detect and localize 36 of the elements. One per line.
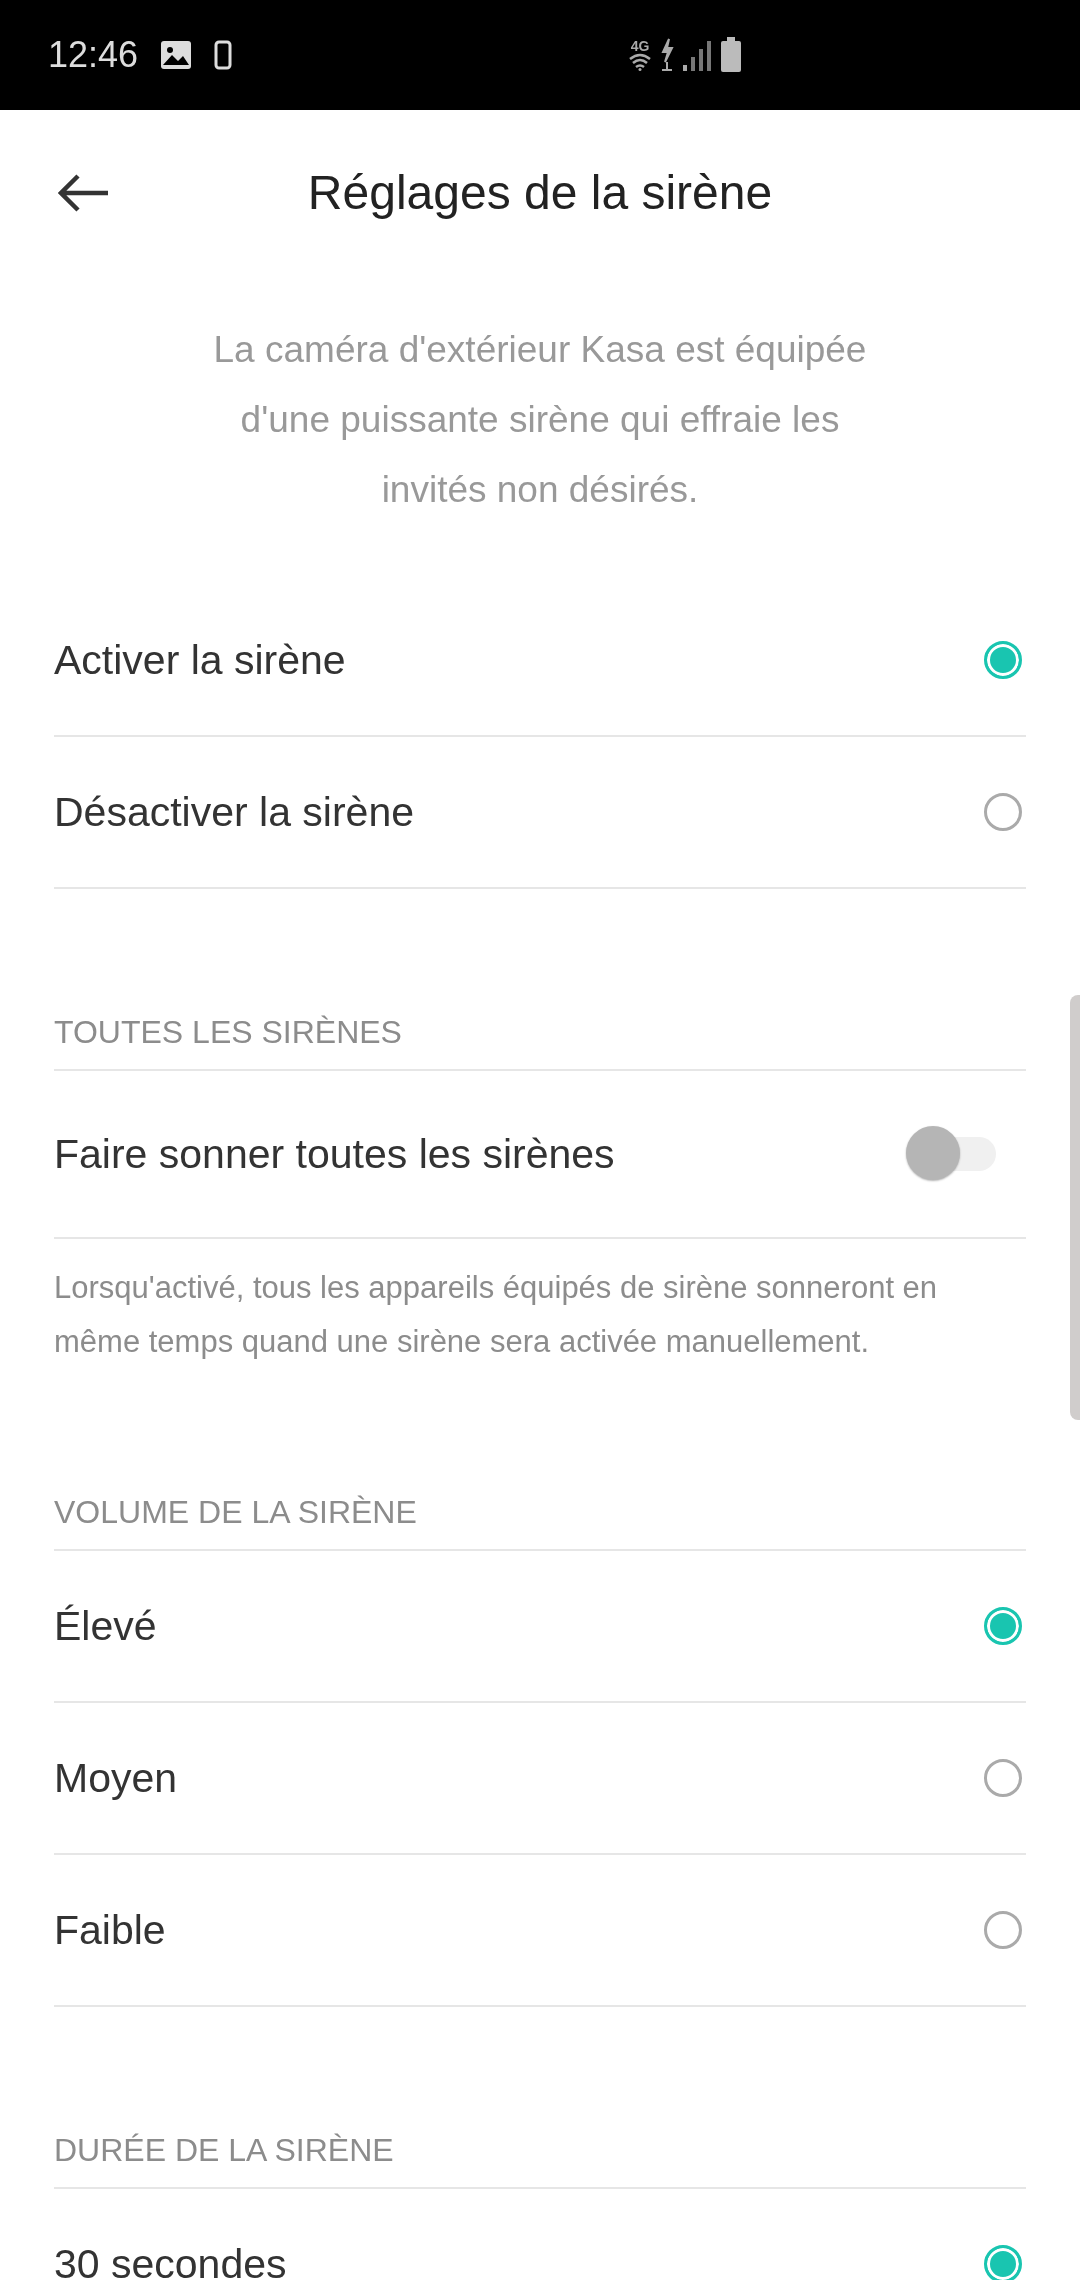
description: La caméra d'extérieur Kasa est équipée d'une puissante sirène qui effraie les invités non désirés. xyxy=(212,328,868,512)
radio-button[interactable] xyxy=(984,1607,1022,1645)
section-heading: VOLUME DE LA SIRÈNE xyxy=(54,1469,1026,1551)
radio-option[interactable]: 30 secondes xyxy=(54,2189,1026,2280)
wifi-icon xyxy=(628,53,652,71)
image-icon xyxy=(160,40,193,70)
charging-icon xyxy=(660,38,674,72)
option-label: Désactiver la sirène xyxy=(54,788,415,836)
radio-option[interactable]: Faible xyxy=(54,1855,1026,2007)
clock: 12:46 xyxy=(48,34,139,76)
option-label: 30 secondes xyxy=(54,2240,287,2280)
toggle-row[interactable]: Faire sonner toutes les sirènes xyxy=(54,1071,1026,1239)
network-type: 4G xyxy=(630,39,650,53)
toggle-label: Faire sonner toutes les sirènes xyxy=(54,1130,615,1178)
radio-button[interactable] xyxy=(984,1911,1022,1949)
page-title: Réglages de la sirène xyxy=(307,165,773,220)
battery-icon xyxy=(720,37,742,73)
phone-icon xyxy=(214,40,233,70)
radio-option[interactable]: Moyen xyxy=(54,1703,1026,1855)
section-heading: TOUTES LES SIRÈNES xyxy=(54,989,1026,1071)
radio-button[interactable] xyxy=(984,1759,1022,1797)
radio-button[interactable] xyxy=(984,2245,1022,2280)
back-arrow-icon xyxy=(58,172,110,213)
option-label: Faible xyxy=(54,1906,166,1954)
radio-option[interactable]: Activer la sirène xyxy=(54,585,1026,737)
signal-icon xyxy=(682,39,712,71)
scrollbar[interactable] xyxy=(1070,995,1080,1420)
radio-button[interactable] xyxy=(984,793,1022,831)
help-text: Lorsqu'activé, tous les appareils équipés de sirène sonneront en même temps quand une sirène sera activée manuellement. xyxy=(54,1269,939,1361)
radio-option[interactable]: Désactiver la sirène xyxy=(54,737,1026,889)
option-label: Moyen xyxy=(54,1754,178,1802)
option-label: Activer la sirène xyxy=(54,636,346,684)
radio-option[interactable]: Élevé xyxy=(54,1551,1026,1703)
radio-button[interactable] xyxy=(984,641,1022,679)
section-heading: DURÉE DE LA SIRÈNE xyxy=(54,2107,1026,2189)
option-label: Élevé xyxy=(54,1602,157,1650)
